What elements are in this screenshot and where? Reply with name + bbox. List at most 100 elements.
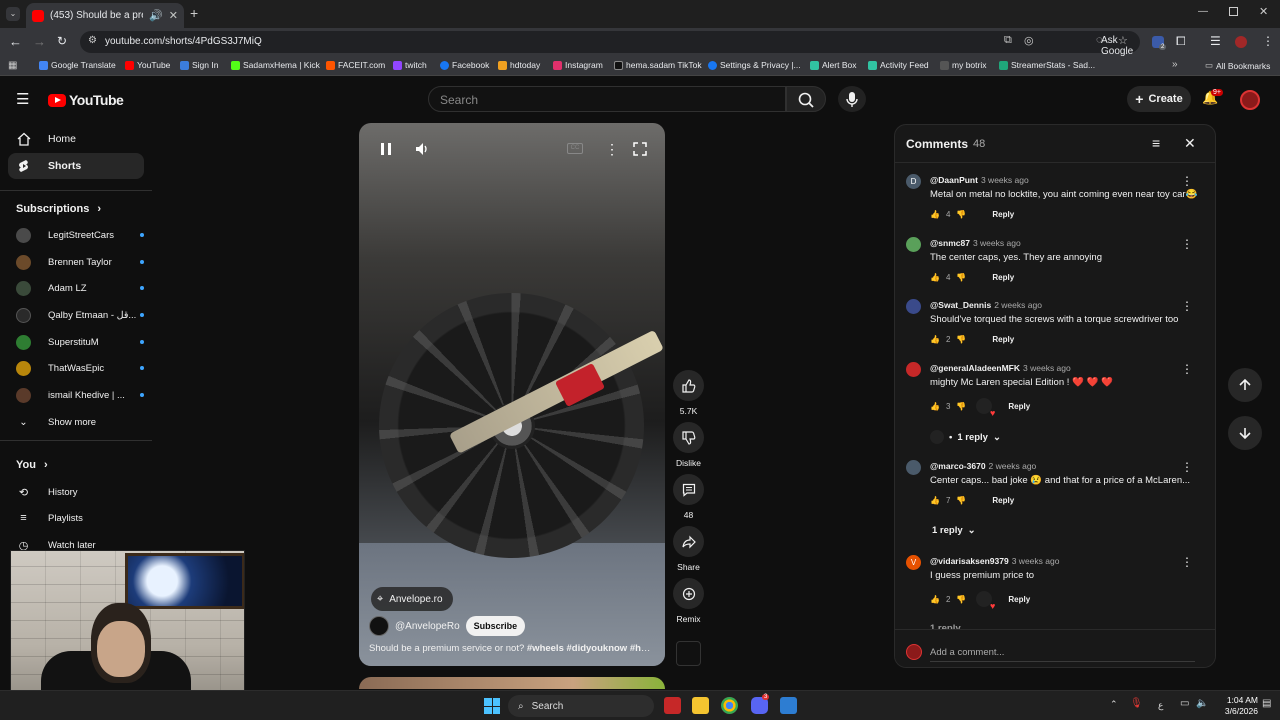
- thumbs-down-icon[interactable]: 👎: [956, 273, 966, 282]
- chrome-icon[interactable]: [721, 697, 738, 714]
- create-button[interactable]: + Create: [1127, 86, 1191, 112]
- reply-button[interactable]: Reply: [1008, 595, 1030, 604]
- comment-menu-icon[interactable]: ⋮: [1181, 555, 1193, 569]
- thumbs-up-icon[interactable]: 👍: [930, 273, 940, 282]
- sidebar-item-playlists[interactable]: ≡ Playlists: [16, 507, 144, 529]
- address-bar[interactable]: ⚙ youtube.com/shorts/4PdGS3J7MiQ ⧉ ◎ Ask…: [80, 31, 1140, 57]
- commenter-name[interactable]: @DaanPunt: [930, 175, 978, 185]
- comment-age[interactable]: 2 weeks ago: [989, 461, 1037, 471]
- forward-icon[interactable]: →: [33, 34, 46, 49]
- bookmark-hdtoday[interactable]: hdtoday: [498, 60, 540, 70]
- channel-avatar[interactable]: [369, 616, 389, 636]
- all-bookmarks-button[interactable]: ▭ All Bookmarks: [1205, 60, 1270, 71]
- youtube-logo[interactable]: YouTube: [48, 92, 124, 108]
- comment-age[interactable]: 3 weeks ago: [1023, 363, 1071, 373]
- comment-age[interactable]: 2 weeks ago: [994, 300, 1042, 310]
- network-icon[interactable]: ▭: [1180, 698, 1189, 709]
- volume-button[interactable]: [414, 141, 430, 157]
- comment-menu-icon[interactable]: ⋮: [1181, 174, 1193, 188]
- system-clock[interactable]: 1:04 AM 3/6/2026: [1216, 695, 1258, 717]
- comment-menu-icon[interactable]: ⋮: [1181, 362, 1193, 376]
- thumbs-down-icon[interactable]: 👎: [956, 496, 966, 505]
- comment-age[interactable]: 3 weeks ago: [1012, 556, 1060, 566]
- video-hashtags[interactable]: #wheels #didyouknow #howt...: [527, 643, 655, 654]
- bookmark-streamerstats[interactable]: StreamerStats - Sad...: [999, 60, 1095, 70]
- comment-age[interactable]: 3 weeks ago: [973, 238, 1021, 248]
- comments-button[interactable]: 48: [673, 474, 704, 520]
- bookmarks-overflow-icon[interactable]: »: [1172, 59, 1178, 70]
- thumbs-down-icon[interactable]: 👎: [956, 595, 966, 604]
- commenter-name[interactable]: @Swat_Dennis: [930, 300, 991, 310]
- pause-button[interactable]: [379, 141, 393, 157]
- eye-off-icon[interactable]: ◌: [1096, 34, 1103, 46]
- site-info-icon[interactable]: ⚙: [88, 35, 97, 46]
- file-explorer-icon[interactable]: [692, 697, 709, 714]
- new-tab-button[interactable]: +: [190, 5, 198, 21]
- comment-age[interactable]: 3 weeks ago: [981, 175, 1029, 185]
- commenter-avatar[interactable]: [906, 237, 921, 252]
- bookmark-my-botrix[interactable]: my botrix: [940, 60, 986, 70]
- subscription-item[interactable]: Qalby Etmaan - قل...: [16, 304, 144, 326]
- subscription-item[interactable]: ismail Khedive | ...: [16, 384, 144, 406]
- sort-icon[interactable]: ≡: [1152, 135, 1160, 151]
- like-button[interactable]: 5.7K: [673, 370, 704, 416]
- view-replies-button[interactable]: • 1 reply ⌄: [930, 430, 1001, 444]
- google-lens-icon[interactable]: ◎: [1024, 34, 1034, 47]
- commenter-avatar[interactable]: [906, 362, 921, 377]
- bookmark-facebook[interactable]: Facebook: [440, 60, 489, 70]
- sidepanel-icon[interactable]: ☰: [1210, 34, 1221, 48]
- taskbar-search[interactable]: ⌕ Search: [508, 695, 654, 717]
- thumbs-up-icon[interactable]: 👍: [930, 595, 940, 604]
- tab-close-icon[interactable]: ✕: [169, 9, 178, 22]
- window-restore-button[interactable]: [1229, 7, 1238, 16]
- commenter-avatar[interactable]: [906, 299, 921, 314]
- url-text[interactable]: youtube.com/shorts/4PdGS3J7MiQ: [105, 36, 262, 47]
- comment-menu-icon[interactable]: ⋮: [1181, 237, 1193, 251]
- thumbs-up-icon[interactable]: 👍: [930, 335, 940, 344]
- thumbs-down-icon[interactable]: 👎: [956, 210, 966, 219]
- bookmark-instagram[interactable]: Instagram: [553, 60, 603, 70]
- bookmark-activity-feed[interactable]: Activity Feed: [868, 60, 929, 70]
- close-icon[interactable]: ✕: [1184, 135, 1196, 152]
- search-button[interactable]: [786, 86, 826, 112]
- extensions-puzzle-icon[interactable]: ⧠: [1176, 34, 1186, 49]
- back-icon[interactable]: ←: [9, 34, 22, 49]
- subscription-item[interactable]: ThatWasEpic: [16, 357, 144, 379]
- subscription-item[interactable]: LegitStreetCars: [16, 224, 144, 246]
- sidebar-item-home[interactable]: Home: [8, 126, 144, 152]
- bookmark-settings-privacy[interactable]: Settings & Privacy |...: [708, 60, 801, 70]
- reply-button[interactable]: Reply: [1008, 402, 1030, 411]
- tab-search-button[interactable]: ⌄: [6, 7, 20, 21]
- fullscreen-button[interactable]: [632, 141, 648, 157]
- reply-button[interactable]: Reply: [992, 496, 1014, 505]
- bookmark-youtube[interactable]: YouTube: [125, 60, 170, 70]
- voice-search-button[interactable]: [838, 86, 866, 112]
- thumbs-up-icon[interactable]: 👍: [930, 496, 940, 505]
- browser-menu-icon[interactable]: ⋮: [1262, 34, 1274, 48]
- subscription-item[interactable]: Brennen Taylor: [16, 251, 144, 273]
- thumbs-down-icon[interactable]: 👎: [956, 402, 966, 411]
- reply-button[interactable]: Reply: [992, 210, 1014, 219]
- share-button[interactable]: Share: [673, 526, 704, 572]
- channel-name[interactable]: @AnvelopeRo: [395, 621, 460, 632]
- reload-icon[interactable]: ↻: [57, 34, 67, 48]
- subscription-item[interactable]: Adam LZ: [16, 277, 144, 299]
- more-options-icon[interactable]: ⋮: [605, 141, 619, 158]
- subscriptions-heading[interactable]: Subscriptions ›: [16, 203, 101, 215]
- bookmark-tiktok[interactable]: hema.sadam TikTok: [614, 60, 702, 70]
- search-input[interactable]: Search: [428, 86, 786, 112]
- captions-button[interactable]: CC: [567, 143, 583, 154]
- next-short-button[interactable]: [1228, 416, 1262, 450]
- hamburger-menu-icon[interactable]: ☰: [16, 90, 29, 108]
- window-close-button[interactable]: ✕: [1259, 5, 1268, 18]
- commenter-avatar[interactable]: V: [906, 555, 921, 570]
- language-indicator[interactable]: ع: [1158, 700, 1163, 711]
- thumbs-up-icon[interactable]: 👍: [930, 402, 940, 411]
- video-title[interactable]: Should be a premium service or not? #whe…: [369, 643, 655, 654]
- bookmark-google-translate[interactable]: Google Translate: [39, 60, 116, 70]
- commenter-name[interactable]: @marco-3670: [930, 461, 986, 471]
- speaker-icon[interactable]: 🔈: [1196, 698, 1208, 709]
- app-window-icon[interactable]: [780, 697, 797, 714]
- windows-start-icon[interactable]: [484, 698, 500, 714]
- tray-overflow-icon[interactable]: ⌃: [1110, 699, 1118, 710]
